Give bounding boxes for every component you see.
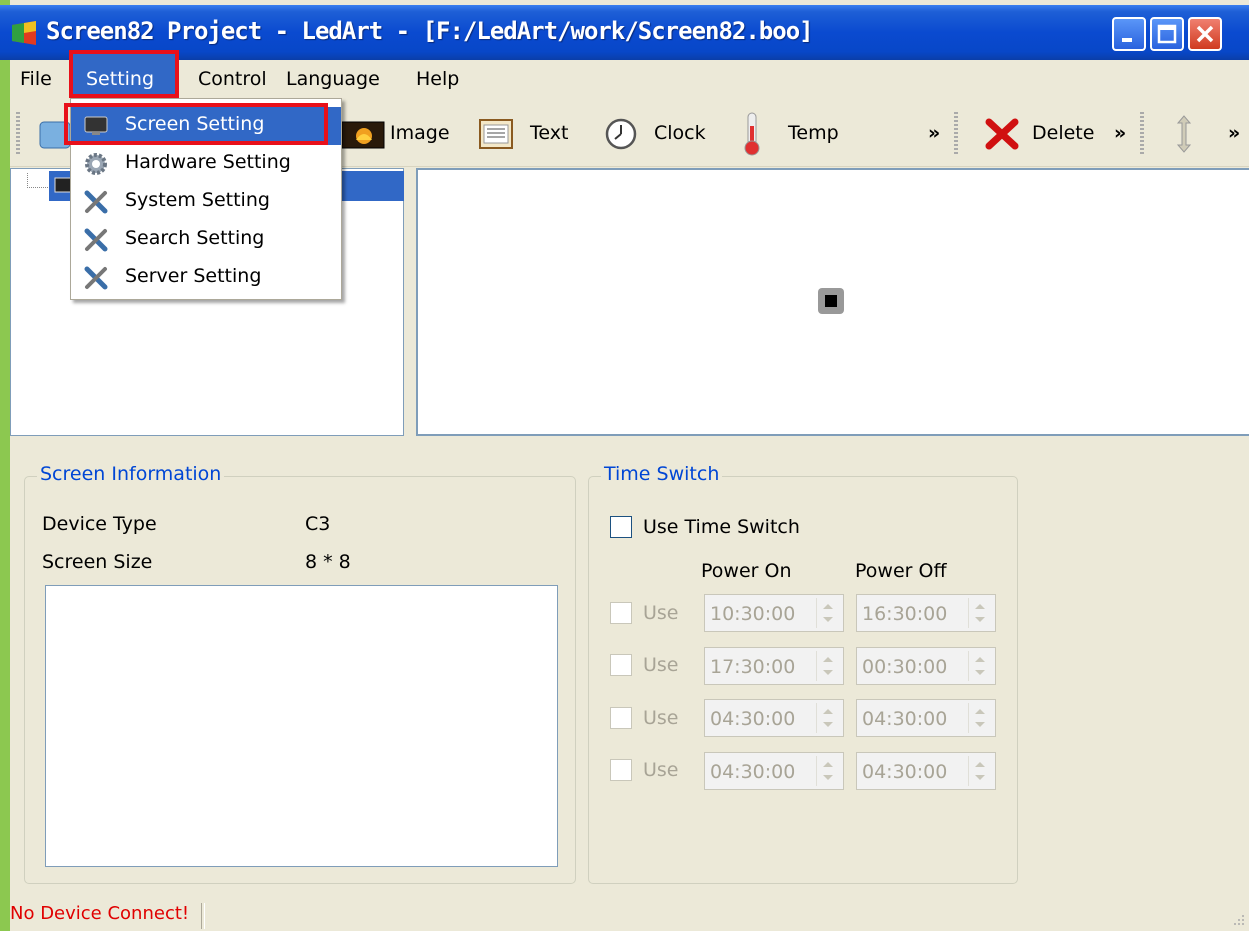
power-on-time-1[interactable]: 10:30:00 [704, 594, 844, 632]
time-switch-title: Time Switch [601, 463, 723, 485]
schedule-row-1-label: Use [643, 602, 679, 624]
toolbar-overflow-3[interactable]: » [1228, 122, 1240, 144]
image-icon[interactable] [340, 118, 386, 152]
app-icon [12, 21, 36, 45]
tools-icon [84, 190, 108, 214]
delete-button[interactable]: Delete [1032, 122, 1094, 144]
use-time-switch-checkbox[interactable] [610, 516, 632, 538]
spinner-icon[interactable] [968, 756, 991, 786]
screen-size-value: 8 * 8 [305, 551, 351, 573]
menu-control[interactable]: Control [198, 68, 267, 90]
tools-icon [84, 228, 108, 252]
menu-bar: File Control Language Help [10, 60, 1249, 100]
screen-preview[interactable] [416, 168, 1249, 436]
resize-vertical-icon[interactable] [1174, 114, 1194, 154]
menu-item-hardware-setting[interactable]: Hardware Setting [71, 145, 341, 183]
schedule-row-3-checkbox[interactable] [610, 707, 632, 729]
toolbar-grip[interactable] [16, 112, 20, 156]
time-value: 17:30:00 [710, 656, 796, 678]
power-off-time-1[interactable]: 16:30:00 [856, 594, 996, 632]
power-off-time-4[interactable]: 04:30:00 [856, 752, 996, 790]
text-button[interactable]: Text [530, 122, 568, 144]
close-button[interactable] [1188, 17, 1222, 51]
status-message: No Device Connect! [10, 903, 190, 924]
menu-item-server-setting[interactable]: Server Setting [71, 259, 341, 297]
power-off-header: Power Off [855, 560, 947, 582]
schedule-row-3-label: Use [643, 707, 679, 729]
power-on-header: Power On [701, 560, 792, 582]
toolbar-grip[interactable] [1140, 112, 1144, 156]
minimize-button[interactable] [1112, 17, 1146, 51]
maximize-icon [1157, 24, 1177, 44]
menu-setting-label: Setting [86, 68, 155, 90]
menu-item-label: Hardware Setting [125, 151, 291, 173]
screen-size-label: Screen Size [42, 551, 153, 573]
status-separator [201, 903, 205, 929]
time-value: 16:30:00 [862, 603, 948, 625]
screen-information-title: Screen Information [37, 463, 225, 485]
power-off-time-3[interactable]: 04:30:00 [856, 699, 996, 737]
spinner-icon[interactable] [968, 651, 991, 681]
schedule-row-4-checkbox[interactable] [610, 759, 632, 781]
delete-icon[interactable] [984, 117, 1020, 151]
minimize-icon [1122, 38, 1132, 42]
spinner-icon[interactable] [816, 756, 839, 786]
time-switch-group: Time Switch Use Time Switch Power On Pow… [588, 463, 1018, 884]
use-time-switch-label: Use Time Switch [643, 516, 800, 538]
time-value: 04:30:00 [710, 708, 796, 730]
spinner-icon[interactable] [816, 598, 839, 628]
device-type-label: Device Type [42, 513, 157, 535]
spinner-icon[interactable] [968, 598, 991, 628]
time-value: 10:30:00 [710, 603, 796, 625]
schedule-row-2-checkbox[interactable] [610, 654, 632, 676]
tools-icon [84, 266, 108, 290]
screen-information-group: Screen Information Device Type C3 Screen… [24, 463, 576, 884]
menu-help[interactable]: Help [416, 68, 459, 90]
menu-item-label: System Setting [125, 189, 270, 211]
schedule-row-2-label: Use [643, 654, 679, 676]
gear-icon [85, 153, 107, 175]
thermometer-icon[interactable] [740, 110, 764, 158]
close-icon [1196, 25, 1214, 43]
power-on-time-2[interactable]: 17:30:00 [704, 647, 844, 685]
power-on-time-4[interactable]: 04:30:00 [704, 752, 844, 790]
desktop-edge [0, 0, 10, 931]
led-screen-marker[interactable] [818, 288, 844, 314]
resize-grip-icon[interactable] [1230, 912, 1246, 928]
time-value: 04:30:00 [862, 708, 948, 730]
spinner-icon[interactable] [816, 703, 839, 733]
tree-connector [27, 173, 50, 188]
clock-button[interactable]: Clock [654, 122, 706, 144]
screen-info-textbox[interactable] [45, 585, 558, 867]
spinner-icon[interactable] [968, 703, 991, 733]
menu-language[interactable]: Language [286, 68, 380, 90]
menu-item-system-setting[interactable]: System Setting [71, 183, 341, 221]
menu-item-search-setting[interactable]: Search Setting [71, 221, 341, 259]
spinner-icon[interactable] [816, 651, 839, 681]
schedule-row-4-label: Use [643, 759, 679, 781]
toolbar-overflow-2[interactable]: » [1114, 122, 1126, 144]
toolbar-grip[interactable] [954, 112, 958, 156]
menu-item-label: Server Setting [125, 265, 262, 287]
temp-button[interactable]: Temp [788, 122, 839, 144]
schedule-row-1-checkbox[interactable] [610, 602, 632, 624]
time-value: 04:30:00 [710, 761, 796, 783]
power-on-time-3[interactable]: 04:30:00 [704, 699, 844, 737]
menu-file[interactable]: File [20, 68, 52, 90]
maximize-button[interactable] [1150, 17, 1184, 51]
time-value: 04:30:00 [862, 761, 948, 783]
text-icon[interactable] [478, 116, 514, 152]
title-bar[interactable]: Screen82 Project - LedArt - [F:/LedArt/w… [0, 5, 1249, 60]
time-value: 00:30:00 [862, 656, 948, 678]
menu-setting[interactable]: Setting [69, 50, 179, 98]
toolbar-overflow-1[interactable]: » [928, 122, 940, 144]
window-title: Screen82 Project - LedArt - [F:/LedArt/w… [46, 17, 814, 45]
application-window: Screen82 Project - LedArt - [F:/LedArt/w… [0, 0, 1249, 931]
annotation-highlight-box [64, 103, 328, 145]
image-button[interactable]: Image [390, 122, 450, 144]
clock-icon[interactable] [604, 117, 638, 151]
device-type-value: C3 [305, 513, 331, 535]
menu-item-label: Search Setting [125, 227, 265, 249]
power-off-time-2[interactable]: 00:30:00 [856, 647, 996, 685]
